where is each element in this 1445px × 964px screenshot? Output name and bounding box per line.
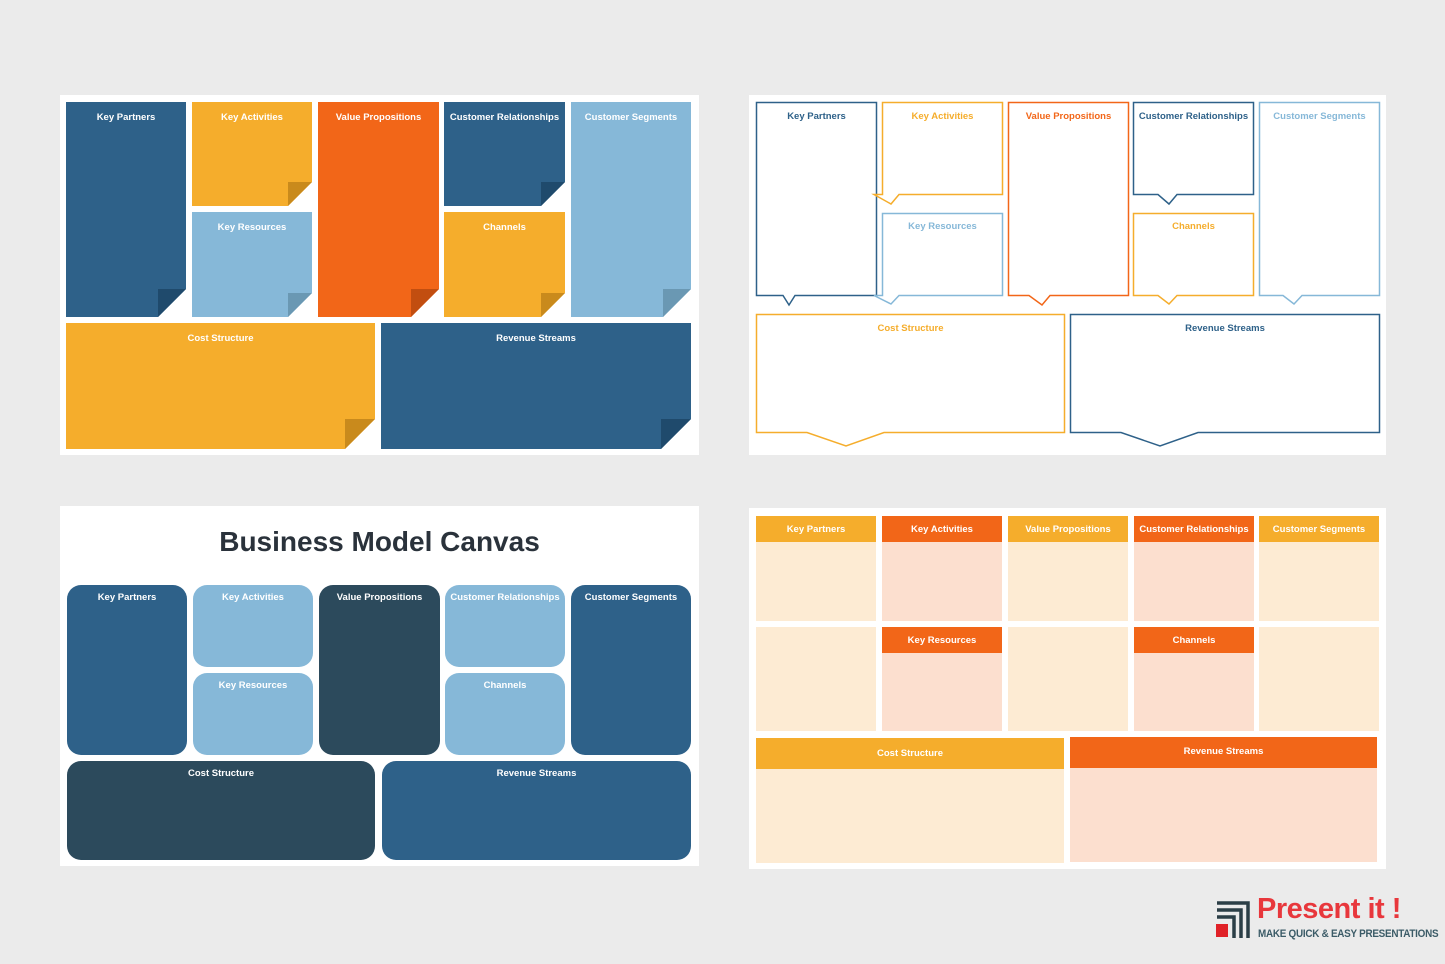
key-activities-box: Key Activities — [882, 516, 1002, 621]
key-activities-note: Key Activities — [192, 102, 312, 206]
customer-segments-label: Customer Segments — [584, 112, 678, 123]
channels-box: Channels — [445, 673, 565, 755]
cost-structure-label: Cost Structure — [188, 768, 254, 779]
value-propositions-header: Value Propositions — [1008, 516, 1128, 542]
slide-rounded-title: Business Model Canvas Key Partners Key A… — [60, 506, 699, 866]
channels-label: Channels — [483, 680, 527, 691]
value-propositions-label: Value Propositions — [335, 112, 422, 123]
key-activities-label: Key Activities — [911, 524, 973, 535]
customer-segments-label: Customer Segments — [584, 592, 678, 603]
customer-segments-note: Customer Segments — [571, 102, 691, 317]
key-partners-box: Key Partners — [756, 516, 876, 621]
slide-sticky-notes: Key Partners Key Activities Key Resource… — [60, 95, 699, 455]
customer-relationships-label: Customer Relationships — [1139, 524, 1249, 535]
customer-relationships-label: Customer Relationships — [450, 592, 560, 603]
slide-title: Business Model Canvas — [219, 526, 540, 557]
value-propositions-note: Value Propositions — [318, 102, 439, 317]
revenue-streams-label: Revenue Streams — [496, 333, 576, 344]
customer-relationships-box: Customer Relationships — [1134, 516, 1254, 621]
key-resources-note: Key Resources — [192, 212, 312, 317]
revenue-streams-note: Revenue Streams — [381, 323, 691, 449]
revenue-streams-box: Revenue Streams — [1070, 737, 1377, 862]
customer-segments-box-lower — [1259, 627, 1379, 731]
page-curl-shadow-icon — [661, 419, 691, 449]
key-resources-box: Key Resources — [193, 673, 313, 755]
page-curl-shadow-icon — [541, 182, 565, 206]
revenue-streams-label: Revenue Streams — [1185, 323, 1265, 334]
customer-segments-box: Customer Segments — [571, 585, 691, 755]
slide-outline-callouts: Key Partners Key Activities Key Resource… — [749, 95, 1386, 455]
cost-structure-label: Cost Structure — [877, 748, 943, 759]
value-propositions-label: Value Propositions — [1025, 524, 1111, 535]
customer-segments-outline — [1258, 101, 1381, 306]
channels-header: Channels — [1134, 627, 1254, 653]
channels-label: Channels — [483, 222, 526, 233]
key-partners-label: Key Partners — [96, 112, 156, 123]
page-curl-shadow-icon — [663, 289, 691, 317]
page-curl-shadow-icon — [345, 419, 375, 449]
channels-label: Channels — [1172, 221, 1215, 232]
cost-structure-note: Cost Structure — [66, 323, 375, 449]
channels-label: Channels — [1172, 635, 1216, 646]
key-partners-label: Key Partners — [97, 592, 157, 603]
key-partners-box: Key Partners — [67, 585, 187, 755]
value-propositions-box: Value Propositions — [319, 585, 440, 755]
customer-relationships-label: Customer Relationships — [449, 112, 560, 123]
key-resources-label: Key Resources — [908, 221, 977, 232]
key-resources-label: Key Resources — [217, 222, 287, 233]
key-partners-label: Key Partners — [786, 524, 846, 535]
value-propositions-box: Value Propositions — [1008, 516, 1128, 621]
revenue-streams-header: Revenue Streams — [1070, 737, 1377, 768]
callout-outlines — [755, 101, 1381, 447]
customer-segments-header: Customer Segments — [1259, 516, 1379, 542]
page-curl-shadow-icon — [411, 289, 439, 317]
key-partners-header: Key Partners — [756, 516, 876, 542]
cost-structure-outline — [755, 313, 1066, 447]
key-activities-label: Key Activities — [221, 112, 283, 123]
customer-relationships-header: Customer Relationships — [1134, 516, 1254, 542]
key-partners-box-lower — [756, 627, 876, 731]
key-activities-label: Key Activities — [222, 592, 284, 603]
key-activities-label: Key Activities — [911, 111, 974, 122]
channels-box: Channels — [1134, 627, 1254, 731]
revenue-streams-outline — [1069, 313, 1381, 447]
value-propositions-box-lower — [1008, 627, 1128, 731]
logo-tagline: MAKE QUICK & EASY PRESENTATIONS — [1258, 928, 1439, 940]
cost-structure-label: Cost Structure — [187, 333, 254, 344]
page-curl-shadow-icon — [288, 293, 312, 317]
value-propositions-outline — [1007, 101, 1130, 307]
cost-structure-box: Cost Structure — [756, 738, 1064, 863]
page-curl-shadow-icon — [158, 289, 186, 317]
customer-segments-label: Customer Segments — [1273, 111, 1366, 122]
key-activities-box: Key Activities — [193, 585, 313, 667]
customer-relationships-note: Customer Relationships — [444, 102, 565, 206]
page-curl-shadow-icon — [288, 182, 312, 206]
logo-brand-name: Present it ! — [1257, 893, 1401, 925]
key-partners-note: Key Partners — [66, 102, 186, 317]
revenue-streams-label: Revenue Streams — [1183, 746, 1264, 757]
key-resources-label: Key Resources — [218, 680, 288, 691]
cost-structure-label: Cost Structure — [877, 323, 944, 334]
customer-relationships-label: Customer Relationships — [1138, 111, 1249, 122]
key-resources-box: Key Resources — [882, 627, 1002, 731]
key-resources-label: Key Resources — [907, 635, 977, 646]
key-partners-label: Key Partners — [787, 111, 846, 122]
channels-note: Channels — [444, 212, 565, 317]
key-resources-header: Key Resources — [882, 627, 1002, 653]
key-activities-header: Key Activities — [882, 516, 1002, 542]
customer-segments-label: Customer Segments — [1272, 524, 1366, 535]
cost-structure-header: Cost Structure — [756, 738, 1064, 769]
logo-mark-icon — [1216, 901, 1250, 938]
revenue-streams-box: Revenue Streams — [382, 761, 691, 860]
customer-relationships-box: Customer Relationships — [445, 585, 565, 667]
value-propositions-label: Value Propositions — [336, 592, 423, 603]
key-partners-outline — [755, 101, 878, 307]
page-curl-shadow-icon — [541, 293, 565, 317]
revenue-streams-label: Revenue Streams — [496, 768, 577, 779]
present-it-logo: Present it ! MAKE QUICK & EASY PRESENTAT… — [1215, 893, 1439, 945]
cost-structure-box: Cost Structure — [67, 761, 375, 860]
customer-segments-box: Customer Segments — [1259, 516, 1379, 621]
value-propositions-label: Value Propositions — [1025, 111, 1112, 122]
slide-header-boxes: Key Partners Key Activities Value Propos… — [749, 508, 1386, 869]
